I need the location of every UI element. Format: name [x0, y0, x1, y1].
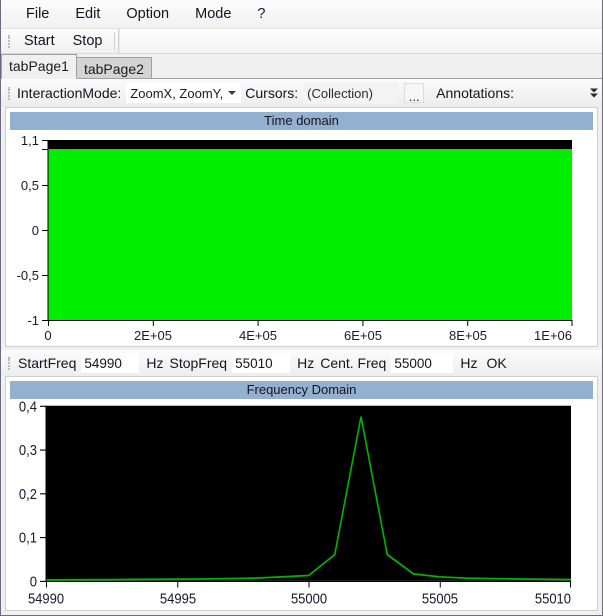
- tool-strip-left-group: Start Stop: [1, 29, 120, 53]
- time-domain-xtick-4: 6E+05: [344, 328, 382, 343]
- time-domain-chart-title: Time domain: [10, 112, 593, 130]
- menu-item-file[interactable]: File: [13, 3, 62, 25]
- frequency-domain-plot-background: [46, 405, 571, 581]
- ok-button[interactable]: OK: [480, 353, 512, 373]
- toolbar-separator: [114, 32, 116, 50]
- frequency-domain-svg: 0,4 0,3 0,2 0,1 0 54990 54995 55000 5500…: [19, 399, 571, 607]
- stop-freq-input[interactable]: [232, 353, 291, 373]
- chart-property-bar: InteractionMode: ZoomX, ZoomY, Cursors: …: [1, 79, 602, 107]
- tab-tabpage2[interactable]: tabPage2: [75, 57, 152, 79]
- frequency-domain-ytick-3: 0,2: [19, 485, 37, 502]
- time-domain-ytick-3: 0: [32, 223, 39, 238]
- time-domain-plot-area[interactable]: 1,1 0,5 0 -0,5 -1 0 2E+05 4E+05 6E+05 8E…: [6, 130, 597, 346]
- menu-bar: File Edit Option Mode ?: [1, 0, 602, 29]
- start-button[interactable]: Start: [15, 31, 64, 51]
- freqbar-grip-handle[interactable]: [5, 355, 13, 372]
- interaction-mode-label: InteractionMode:: [17, 85, 122, 101]
- time-domain-xtick-1: 0: [44, 328, 51, 343]
- frequency-domain-xtick-5: 55010: [535, 590, 571, 607]
- center-freq-label: Cent. Freq: [320, 355, 387, 371]
- cursors-collection-value: (Collection): [307, 85, 373, 101]
- center-freq-input[interactable]: [391, 353, 454, 373]
- time-domain-chart-panel: Time domain 1,1 0,5 0 -0,5 -1 0 2E+05 4E…: [5, 107, 598, 347]
- time-domain-ytick-1: 1,1: [21, 133, 39, 148]
- interaction-mode-dropdown[interactable]: ZoomX, ZoomY,: [126, 83, 242, 103]
- time-domain-y-ticks: [42, 140, 48, 321]
- menu-item-option[interactable]: Option: [113, 3, 182, 25]
- stop-freq-unit: Hz: [297, 355, 315, 371]
- frequency-domain-xtick-2: 54995: [160, 590, 196, 607]
- time-domain-xtick-3: 4E+05: [239, 328, 277, 343]
- start-freq-label: StartFreq: [18, 355, 77, 371]
- frequency-domain-y-ticks: [40, 405, 46, 582]
- time-domain-ytick-5: -1: [27, 313, 39, 328]
- frequency-domain-xtick-3: 55000: [291, 590, 327, 607]
- center-freq-unit: Hz: [460, 355, 478, 371]
- start-freq-input[interactable]: [81, 353, 140, 373]
- tab-strip: tabPage1 tabPage2: [1, 54, 602, 79]
- propbar-grip-handle[interactable]: [5, 85, 13, 102]
- time-domain-xtick-2: 2E+05: [134, 328, 172, 343]
- frequency-control-bar: StartFreq Hz StopFreq Hz Cent. Freq Hz O…: [1, 350, 602, 376]
- toolstrip-grip-handle[interactable]: [5, 33, 13, 50]
- frequency-domain-chart-title: Frequency Domain: [10, 381, 593, 399]
- cursors-collection-field[interactable]: (Collection): [303, 82, 399, 104]
- stop-freq-label: StopFreq: [169, 355, 228, 371]
- time-domain-headroom-band: [48, 140, 572, 149]
- time-domain-trace-fill: [48, 140, 572, 320]
- frequency-domain-xtick-4: 55005: [422, 590, 458, 607]
- time-domain-xtick-6: 1E+06: [534, 328, 572, 343]
- frequency-domain-ytick-2: 0,3: [19, 441, 37, 458]
- menu-item-edit[interactable]: Edit: [62, 3, 113, 25]
- annotations-label: Annotations:: [436, 85, 515, 101]
- frequency-domain-plot-area[interactable]: 0,4 0,3 0,2 0,1 0 54990 54995 55000 5500…: [6, 399, 597, 610]
- toolbar-overflow-icon[interactable]: [589, 88, 599, 98]
- stop-button[interactable]: Stop: [64, 31, 112, 51]
- time-domain-svg: 1,1 0,5 0 -0,5 -1 0 2E+05 4E+05 6E+05 8E…: [17, 133, 573, 343]
- menu-item-mode[interactable]: Mode: [182, 3, 244, 25]
- toolbar-empty-area: [119, 29, 602, 53]
- frequency-domain-ytick-1: 0,4: [19, 399, 37, 415]
- time-domain-xtick-5: 8E+05: [449, 328, 487, 343]
- frequency-domain-chart-panel: Frequency Domain 0,4 0,3 0,2 0,1 0 54990…: [5, 376, 598, 611]
- time-domain-ytick-4: -0,5: [17, 268, 39, 283]
- tool-strip: Start Stop: [1, 29, 602, 54]
- cursors-label: Cursors:: [245, 85, 299, 101]
- tab-page-content: InteractionMode: ZoomX, ZoomY, Cursors: …: [1, 79, 602, 615]
- frequency-domain-ytick-5: 0: [30, 573, 38, 590]
- tab-tabpage1[interactable]: tabPage1: [1, 54, 77, 79]
- chevron-down-icon: [228, 91, 237, 95]
- frequency-domain-xtick-1: 54990: [28, 590, 64, 607]
- menu-item-help[interactable]: ?: [244, 3, 278, 25]
- interaction-mode-value: ZoomX, ZoomY,: [130, 85, 224, 101]
- application-window: File Edit Option Mode ? Start Stop tabPa…: [0, 0, 603, 616]
- start-freq-unit: Hz: [146, 355, 164, 371]
- cursors-editor-button[interactable]: ...: [404, 83, 425, 103]
- frequency-domain-ytick-4: 0,1: [19, 529, 37, 546]
- time-domain-ytick-2: 0,5: [21, 178, 39, 193]
